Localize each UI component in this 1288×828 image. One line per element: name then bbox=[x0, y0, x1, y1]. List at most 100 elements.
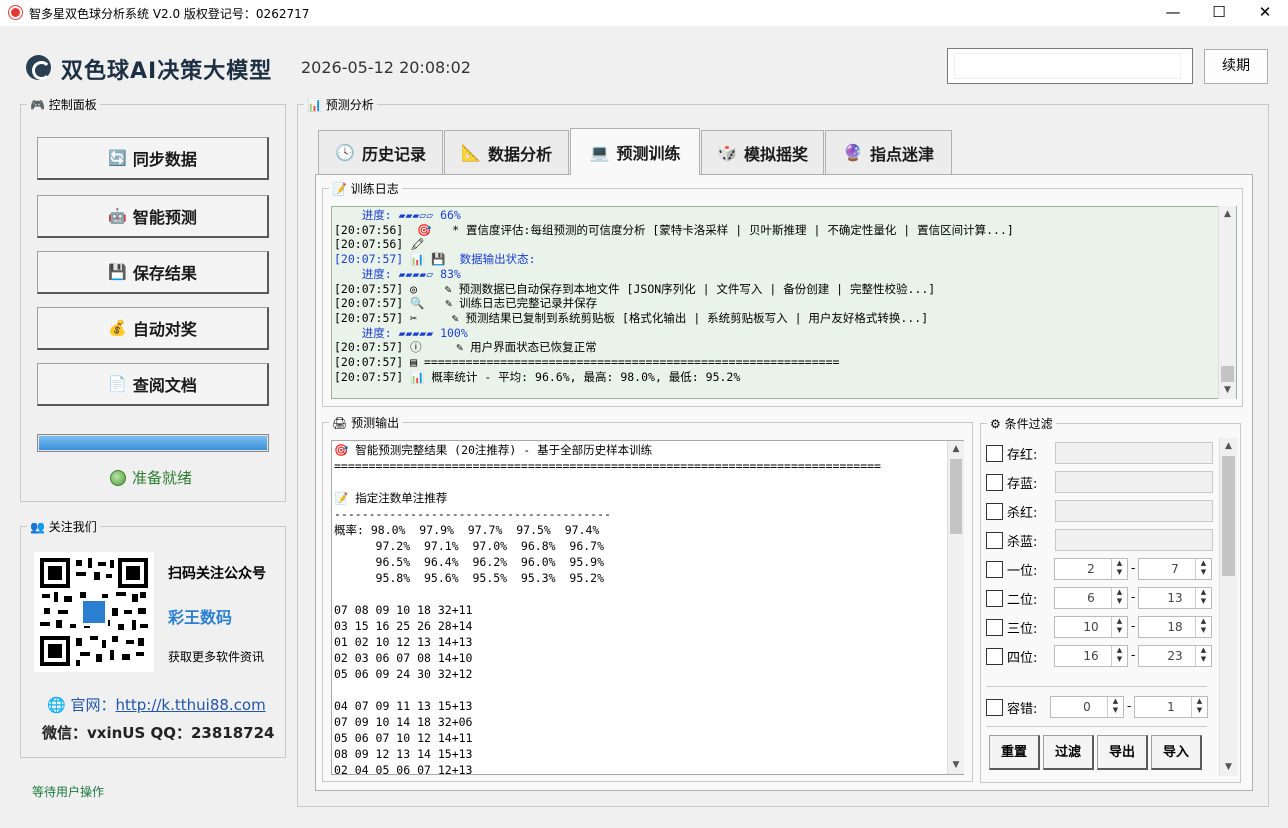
checkbox[interactable] bbox=[986, 444, 1003, 462]
training-log-legend: 训练日志 bbox=[350, 182, 399, 196]
money-bag-icon: 💰 bbox=[108, 319, 127, 337]
sync-data-button[interactable]: 🔄 同步数据 bbox=[37, 137, 269, 180]
auto-check-button[interactable]: 💰 自动对奖 bbox=[37, 307, 269, 350]
output-line: 97.2% 97.1% 97.0% 96.8% 96.7% bbox=[334, 539, 605, 553]
tab-prediction-training[interactable]: 💻 预测训练 bbox=[570, 128, 700, 175]
import-button[interactable]: 导入 bbox=[1151, 735, 1202, 770]
status-dot-icon bbox=[110, 469, 126, 486]
checkbox[interactable] bbox=[986, 618, 1003, 636]
log-line: 进度: ▰▰▰▰▰ 100% bbox=[334, 325, 468, 340]
document-icon: 📄 bbox=[108, 375, 127, 393]
scroll-up-icon[interactable]: ▲ bbox=[948, 441, 964, 458]
chart-small-icon: 📊 bbox=[307, 98, 322, 112]
log-scroll-thumb[interactable] bbox=[1221, 366, 1234, 382]
analysis-legend: 预测分析 bbox=[325, 98, 374, 112]
app-icon bbox=[9, 6, 22, 19]
kill-blue-input[interactable] bbox=[1055, 529, 1213, 551]
output-line: 03 15 16 25 26 28+14 bbox=[334, 619, 473, 633]
filter-legend: 条件过滤 bbox=[1004, 417, 1053, 431]
log-line: [20:07:56] 🖍 bbox=[334, 237, 425, 252]
title-bar: 智多星双色球分析系统 V2.0 版权登记号：0262717 — ☐ ✕ bbox=[0, 0, 1288, 26]
pos1-to-stepper[interactable]: 7 ▲ ▼ bbox=[1138, 558, 1212, 580]
license-input[interactable] bbox=[947, 48, 1193, 84]
filter-row-pos2: 二位: bbox=[986, 587, 1042, 609]
save-result-button[interactable]: 💾 保存结果 bbox=[37, 251, 269, 294]
tab-data-analysis[interactable]: 📐 数据分析 bbox=[444, 130, 569, 174]
output-line: ---------------------------------------- bbox=[334, 507, 611, 521]
reset-button[interactable]: 重置 bbox=[989, 735, 1040, 770]
scroll-up-icon[interactable]: ▲ bbox=[1219, 206, 1236, 223]
scroll-down-icon[interactable]: ▼ bbox=[1219, 382, 1236, 399]
prediction-output-legend: 预测输出 bbox=[351, 416, 400, 430]
log-line: [20:07:57] ⓘ ✎ 用户界面状态已恢复正常 bbox=[334, 340, 597, 355]
maximize-button[interactable]: ☐ bbox=[1196, 0, 1242, 26]
pos3-from-stepper[interactable]: 10 ▲ ▼ bbox=[1054, 616, 1128, 638]
filter-row-kill-blue: 杀蓝: bbox=[986, 529, 1042, 551]
contacts: 微信：vxinUS QQ：23818724 bbox=[42, 724, 275, 742]
output-line: 07 08 09 10 18 32+11 bbox=[334, 603, 473, 617]
output-line: 04 07 09 11 13 15+13 bbox=[334, 699, 473, 713]
log-line: 进度: ▰▰▰▰▱ 83% bbox=[334, 266, 461, 281]
scroll-down-icon[interactable]: ▼ bbox=[948, 757, 964, 774]
log-line: [20:07:57] ◎ ✎ 预测数据已自动保存到本地文件 [JSON序列化 |… bbox=[334, 281, 936, 296]
output-line: 95.8% 95.6% 95.5% 95.3% 95.2% bbox=[334, 571, 605, 585]
pos2-to-stepper[interactable]: 13 ▲ ▼ bbox=[1138, 587, 1212, 609]
close-button[interactable]: ✕ bbox=[1242, 0, 1288, 26]
pos3-to-stepper[interactable]: 18 ▲ ▼ bbox=[1138, 616, 1212, 638]
filter-button[interactable]: 过滤 bbox=[1043, 735, 1094, 770]
datetime: 2026-05-12 20:08:02 bbox=[301, 58, 471, 77]
output-scroll-thumb[interactable] bbox=[950, 459, 962, 534]
keep-red-input[interactable] bbox=[1055, 442, 1213, 464]
checkbox[interactable] bbox=[986, 473, 1003, 491]
filter-row-pos3: 三位: bbox=[986, 616, 1042, 638]
checkbox[interactable] bbox=[986, 502, 1003, 520]
gear-icon: ⚙ bbox=[990, 417, 1001, 431]
minimize-button[interactable]: — bbox=[1150, 0, 1196, 26]
checkbox[interactable] bbox=[986, 647, 1003, 665]
log-line: 进度: ▰▰▰▱▱ 66% bbox=[334, 208, 461, 222]
checkbox[interactable] bbox=[986, 698, 1003, 716]
tab-simulated-draw[interactable]: 🎲 模拟摇奖 bbox=[701, 130, 824, 174]
notepad-icon: 📝 bbox=[332, 182, 347, 196]
tab-history[interactable]: 🕓 历史记录 bbox=[318, 130, 443, 174]
filter-divider bbox=[986, 686, 1207, 687]
output-line: 08 09 12 13 14 15+13 bbox=[334, 747, 473, 761]
pos1-from-stepper[interactable]: 2 ▲ ▼ bbox=[1054, 558, 1128, 580]
view-docs-button[interactable]: 📄 查阅文档 bbox=[37, 363, 269, 406]
filter-row-tolerance: 容错: bbox=[986, 696, 1042, 718]
output-line: 96.5% 96.4% 96.2% 96.0% 95.9% bbox=[334, 555, 605, 569]
export-button[interactable]: 导出 bbox=[1097, 735, 1148, 770]
cube-icon: 🎲 bbox=[717, 143, 737, 162]
tolerance-to-stepper[interactable]: 1 ▲ ▼ bbox=[1134, 696, 1208, 718]
pos4-from-stepper[interactable]: 16 ▲ ▼ bbox=[1054, 645, 1128, 667]
checkbox[interactable] bbox=[986, 589, 1003, 607]
status-bar-text: 等待用户操作 bbox=[32, 785, 105, 799]
pos4-to-stepper[interactable]: 23 ▲ ▼ bbox=[1138, 645, 1212, 667]
smart-predict-button[interactable]: 🤖 智能预测 bbox=[37, 195, 269, 238]
scroll-up-icon[interactable]: ▲ bbox=[1220, 438, 1237, 455]
filter-row-keep-red: 存红: bbox=[986, 442, 1042, 464]
log-scrollbar[interactable]: ▲ ▼ bbox=[1218, 206, 1236, 399]
renew-button[interactable]: 续期 bbox=[1204, 49, 1268, 84]
checkbox[interactable] bbox=[986, 531, 1003, 549]
scroll-down-icon[interactable]: ▼ bbox=[1220, 759, 1237, 776]
checkbox[interactable] bbox=[986, 560, 1003, 578]
logo-icon bbox=[26, 55, 51, 80]
robot-icon: 🤖 bbox=[108, 207, 127, 225]
website-link[interactable]: 🌐 官网：http://k.tthui88.com bbox=[47, 694, 266, 715]
tab-guidance[interactable]: 🔮 指点迷津 bbox=[825, 130, 952, 174]
output-scrollbar[interactable]: ▲ ▼ bbox=[947, 441, 964, 774]
training-log[interactable]: 进度: ▰▰▰▱▱ 66% [20:07:56] 🎯 * 置信度评估:每组预测的可… bbox=[331, 206, 1237, 399]
pos2-from-stepper[interactable]: 6 ▲ ▼ bbox=[1054, 587, 1128, 609]
filter-scroll-thumb[interactable] bbox=[1222, 456, 1235, 576]
follow-legend: 关注我们 bbox=[48, 520, 97, 534]
prediction-output[interactable]: 🎯 智能预测完整结果 (20注推荐) - 基于全部历史样本训练 =========… bbox=[331, 440, 964, 775]
output-line: 02 04 05 06 07 12+13 bbox=[334, 763, 473, 775]
globe-icon: 🌐 bbox=[47, 696, 66, 714]
keep-blue-input[interactable] bbox=[1055, 471, 1213, 493]
kill-red-input[interactable] bbox=[1055, 500, 1213, 522]
tolerance-from-stepper[interactable]: 0 ▲ ▼ bbox=[1050, 696, 1124, 718]
filter-divider bbox=[986, 726, 1207, 727]
filter-scrollbar[interactable]: ▲ ▼ bbox=[1219, 438, 1237, 776]
qr-code bbox=[34, 552, 154, 672]
